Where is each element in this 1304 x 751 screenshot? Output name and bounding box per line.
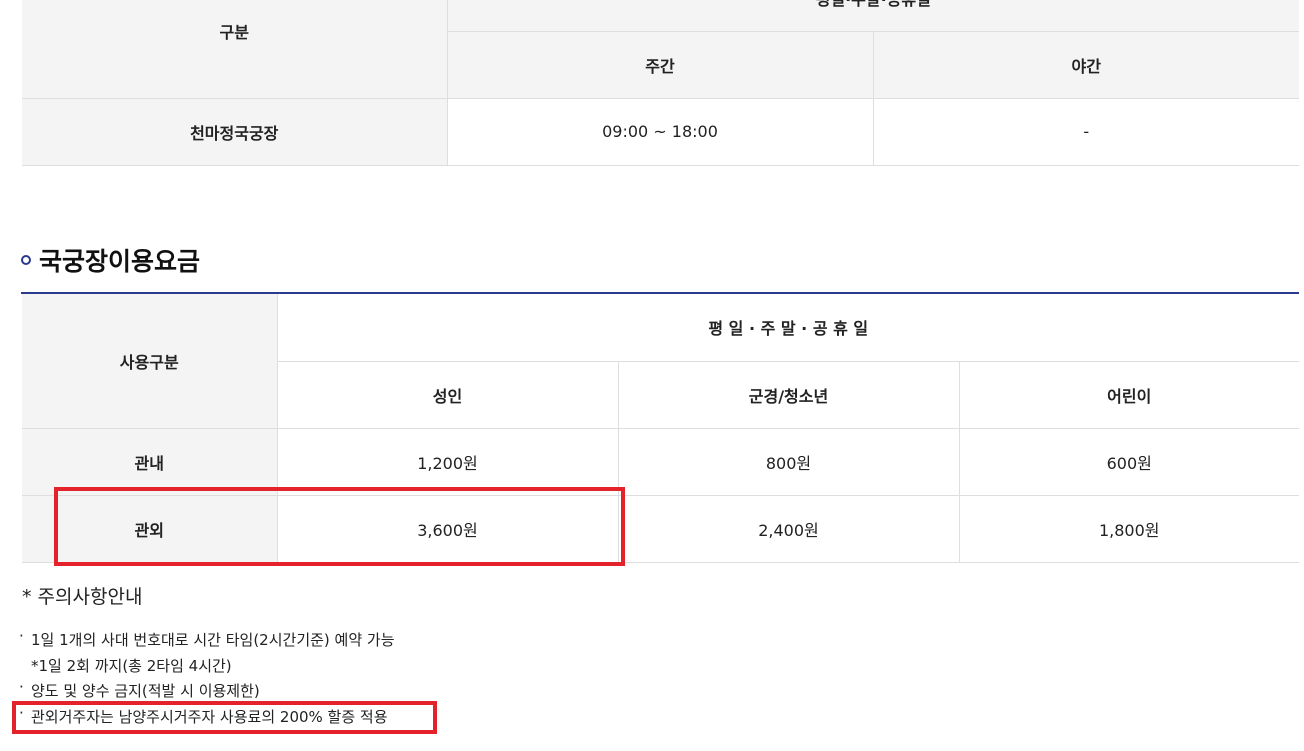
row-label: 천마정국궁장 [22,98,448,166]
notes-list: · 1일 1개의 사대 번호대로 시간 타임(2시간기준) 예약 가능 *1일 … [18,627,395,731]
hours-header-group: 평일·주말·공휴일 [447,0,1300,32]
list-item: · 양도 및 양수 금지(적발 시 이용제한) [18,678,395,705]
bullet-dot-icon: · [19,678,24,696]
section-title: 국궁장이용요금 [39,247,201,276]
hours-header-day: 주간 [447,31,874,99]
fee-header-group: 평 일 · 주 말 · 공 휴 일 [277,294,1299,362]
table-cell: 3,600원 [277,495,619,563]
table-cell: 09:00 ~ 18:00 [447,98,874,166]
section-heading: 국궁장이용요금 [21,243,200,277]
table-cell: 1,200원 [277,428,619,496]
row-label: 관내 [22,428,278,496]
list-item: *1일 2회 까지(총 2타임 4시간) [18,654,395,680]
notes-title: * 주의사항안내 [22,586,143,608]
hours-header-category: 구분 [22,0,448,99]
table-row: 천마정국궁장 09:00 ~ 18:00 - [22,98,1300,166]
note-text: 양도 및 양수 금지(적발 시 이용제한) [31,682,260,700]
table-cell: 800원 [618,428,960,496]
table-cell: 1,800원 [959,495,1299,563]
fee-header-adult: 성인 [277,361,619,429]
bullet-dot-icon: · [19,627,24,645]
note-text: 관외거주자는 남양주시거주자 사용료의 200% 할증 적용 [31,707,388,726]
hours-header-night: 야간 [873,31,1300,99]
fee-header-youth: 군경/청소년 [618,361,960,429]
fee-header-child: 어린이 [959,361,1299,429]
table-row: 관내 1,200원 800원 600원 [22,428,1299,496]
note-text: 1일 1개의 사대 번호대로 시간 타임(2시간기준) 예약 가능 [31,631,395,649]
circle-bullet-icon [21,255,31,265]
fee-table: 사용구분 평 일 · 주 말 · 공 휴 일 성인 군경/청소년 어린이 관내 … [22,294,1299,563]
table-row: 관외 3,600원 2,400원 1,800원 [22,495,1299,563]
table-cell: 600원 [959,428,1299,496]
table-cell: 2,400원 [618,495,960,563]
bullet-dot-icon: · [19,703,24,722]
row-label: 관외 [22,495,278,563]
operating-hours-table: 구분 평일·주말·공휴일 주간 야간 천마정국궁장 09:00 ~ 18:00 … [22,0,1300,166]
fee-header-category: 사용구분 [22,294,278,429]
table-cell: - [873,98,1300,166]
list-item: · 1일 1개의 사대 번호대로 시간 타임(2시간기준) 예약 가능 [18,627,395,654]
note-text: *1일 2회 까지(총 2타임 4시간) [31,656,232,675]
list-item: · 관외거주자는 남양주시거주자 사용료의 200% 할증 적용 [18,704,395,731]
